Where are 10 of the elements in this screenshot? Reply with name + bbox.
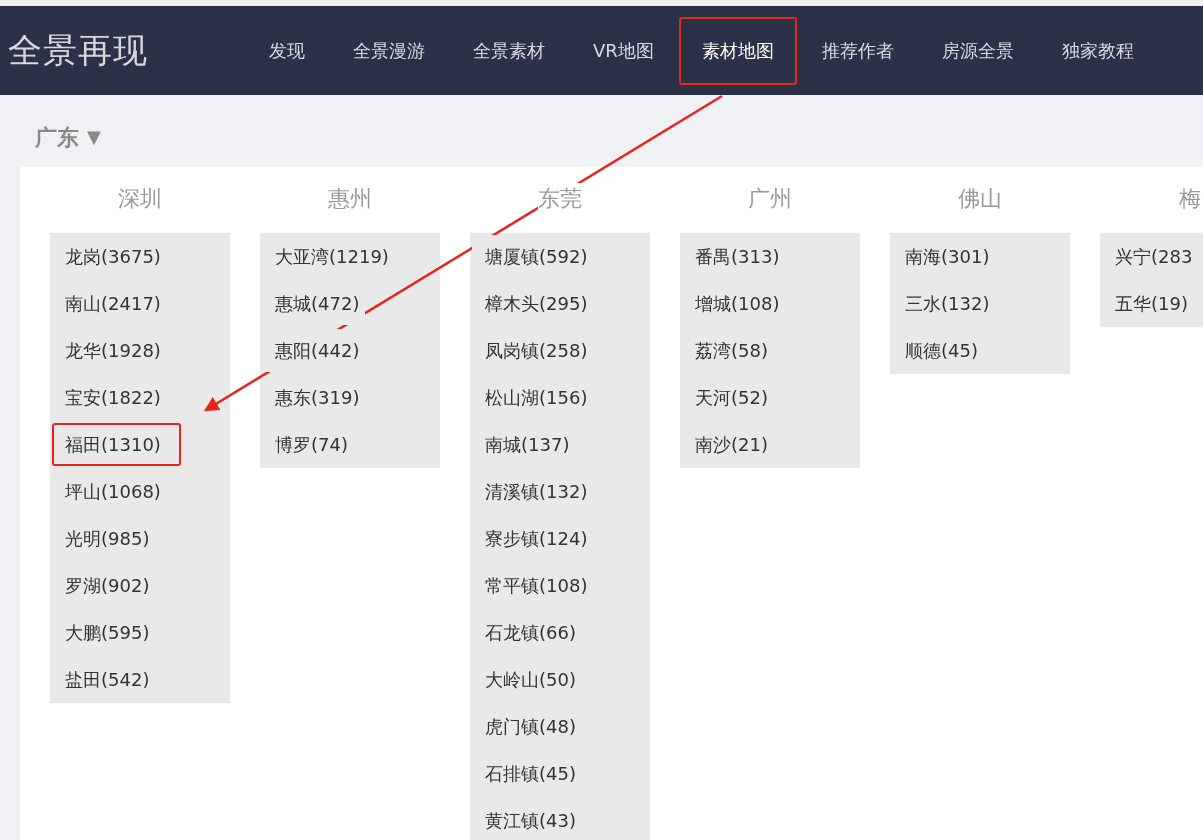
nav-link[interactable]: VR地图 — [570, 16, 677, 85]
nav-link[interactable]: 素材地图 — [678, 16, 797, 85]
nav-link[interactable]: 发现 — [246, 16, 328, 85]
site-logo[interactable]: 全景再现 — [8, 27, 238, 74]
nav-link[interactable]: 全景漫游 — [330, 16, 448, 85]
nav-link[interactable]: 独家教程 — [1038, 16, 1157, 85]
district-link[interactable]: 福田(1310) — [52, 423, 181, 466]
nav-link[interactable]: 房源全景 — [918, 16, 1037, 85]
nav-link[interactable]: 推荐作者 — [798, 16, 917, 85]
nav-link[interactable]: 全景素材 — [450, 16, 568, 85]
